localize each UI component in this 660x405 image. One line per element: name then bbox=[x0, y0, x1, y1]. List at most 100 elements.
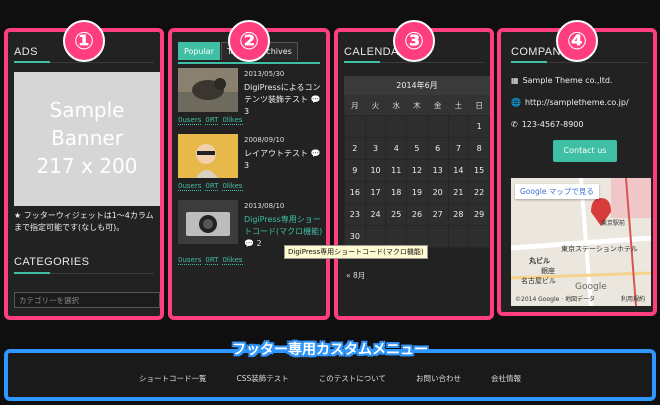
calendar-day: 1 bbox=[468, 115, 490, 138]
company-url[interactable]: http://sampletheme.co.jp/ bbox=[525, 98, 629, 107]
post-tag[interactable]: 0users bbox=[178, 182, 202, 191]
contact-us-button[interactable]: Contact us bbox=[553, 140, 617, 162]
calendar-day: 9 bbox=[344, 159, 366, 182]
calendar-day bbox=[344, 115, 366, 138]
column-number-badge: ④ bbox=[556, 20, 598, 62]
ads-note: ★ フッターウィジェットは1〜4カラムまで指定可能です(なしも可)。 bbox=[14, 211, 154, 232]
weekday-header: 木 bbox=[406, 95, 428, 116]
post-tag[interactable]: 0likes bbox=[222, 256, 243, 265]
footer-menu-item-contact[interactable]: お問い合わせ bbox=[416, 373, 461, 384]
footer-menu-item-about-test[interactable]: このテストについて bbox=[319, 373, 386, 384]
footer-menu-item-css-test[interactable]: CSS装飾テスト bbox=[236, 373, 288, 384]
post-tag[interactable]: 0likes bbox=[222, 116, 243, 125]
column-number-badge: ③ bbox=[393, 20, 435, 62]
weekday-header: 日 bbox=[468, 95, 490, 116]
calendar-day: 17 bbox=[364, 181, 387, 204]
footer-menu-title: フッター専用カスタムメニュー bbox=[232, 342, 428, 358]
post-date: 2013/08/10 bbox=[244, 202, 285, 210]
weekday-header: 土 bbox=[448, 95, 469, 116]
calendar-day bbox=[426, 225, 449, 248]
weekday-header: 月 bbox=[344, 95, 366, 116]
post-tag[interactable]: 0RT bbox=[205, 116, 219, 125]
calendar-table: 2014年6月 月火水木金土日 1 2 3 4 5 6 7 8 9 10 11 12 13 14 15 16 1… bbox=[344, 76, 490, 248]
calendar-day bbox=[426, 115, 449, 138]
calendar-day: 5 bbox=[406, 137, 428, 160]
footer-menu-item-company[interactable]: 会社情報 bbox=[491, 373, 521, 384]
calendar-day: 15 bbox=[468, 159, 490, 182]
weekday-header: 火 bbox=[365, 95, 386, 116]
calendar-week: 9 10 11 12 13 14 15 bbox=[344, 159, 490, 182]
calendar-day bbox=[447, 115, 470, 138]
company-phone: 123-4567-8900 bbox=[521, 120, 584, 129]
comment-icon: 💬 bbox=[244, 239, 254, 248]
post-tag[interactable]: 0users bbox=[178, 256, 202, 265]
calendar-day: 2 bbox=[344, 137, 366, 160]
post-title[interactable]: レイアウトテスト 💬 3 bbox=[244, 148, 326, 172]
company-name: Sample Theme co.,ltd. bbox=[522, 76, 613, 85]
footer-widget-column-4: ④ COMPANY ▦ Sample Theme co.,ltd. 🌐 http… bbox=[497, 20, 657, 316]
calendar-day: 18 bbox=[385, 181, 408, 204]
calendar-day: 13 bbox=[426, 159, 449, 182]
column-number-badge: ② bbox=[228, 20, 270, 62]
calendar-day: 22 bbox=[468, 181, 490, 204]
calendar-day bbox=[468, 225, 490, 248]
post-thumbnail[interactable] bbox=[178, 68, 238, 112]
building-icon: ▦ bbox=[511, 76, 519, 85]
comment-icon: 💬 bbox=[310, 149, 321, 158]
footer-widget-column-3: ③ CALENDAR 2014年6月 月火水木金土日 1 2 3 4 5 6 7 8 9 10 11… bbox=[334, 20, 494, 320]
calendar-day bbox=[385, 115, 408, 138]
post-thumbnail[interactable] bbox=[178, 200, 238, 244]
post-date: 2013/05/30 bbox=[244, 70, 285, 78]
sample-banner[interactable]: Sample Banner 217 x 200 bbox=[14, 72, 160, 206]
weekday-header: 金 bbox=[427, 95, 449, 116]
google-maps-link[interactable]: Google マップで見る bbox=[515, 184, 599, 199]
footer-widget-column-1: ① ADS Sample Banner 217 x 200 ★ フッターウィジェ… bbox=[4, 20, 164, 320]
post-tag[interactable]: 0users bbox=[178, 116, 202, 125]
category-select[interactable]: カテゴリーを選択 bbox=[14, 292, 160, 308]
ads-title: ADS bbox=[14, 46, 38, 58]
calendar-day: 23 bbox=[344, 203, 366, 226]
calendar-day: 25 bbox=[385, 203, 408, 226]
weekday-header: 水 bbox=[385, 95, 407, 116]
google-map[interactable]: Google マップで見る 東京ステーションホテル 丸ビル 銀座 名古屋ビル G… bbox=[511, 178, 651, 306]
calendar-week: 1 bbox=[344, 115, 490, 138]
categories-title: CATEGORIES bbox=[14, 256, 90, 268]
calendar-day: 6 bbox=[426, 137, 449, 160]
calendar-day: 28 bbox=[447, 203, 470, 226]
calendar-day: 11 bbox=[385, 159, 408, 182]
company-name-row: ▦ Sample Theme co.,ltd. bbox=[511, 76, 612, 85]
comment-icon: 💬 bbox=[310, 95, 321, 104]
calendar-day bbox=[447, 225, 470, 248]
comment-count: 3 bbox=[244, 107, 250, 116]
footer-menu-item-shortcodes[interactable]: ショートコード一覧 bbox=[139, 373, 207, 384]
calendar-day: 24 bbox=[364, 203, 387, 226]
tab-popular[interactable]: Popular bbox=[178, 42, 220, 60]
calendar-day: 19 bbox=[406, 181, 428, 204]
calendar-caption: 2014年6月 bbox=[344, 76, 490, 95]
calendar-prev-link[interactable]: « 8月 bbox=[346, 270, 365, 281]
link-tooltip: DigiPress専用ショートコード(マクロ機能) bbox=[284, 245, 428, 259]
calendar-day: 7 bbox=[447, 137, 470, 160]
post-tag[interactable]: 0likes bbox=[222, 182, 243, 191]
post-title[interactable]: DigiPressによるコンテンツ装飾テスト 💬 3 bbox=[244, 82, 326, 118]
company-phone-row: ✆ 123-4567-8900 bbox=[511, 120, 583, 129]
calendar-week: 16 17 18 19 20 21 22 bbox=[344, 181, 490, 204]
footer-custom-menu: フッター専用カスタムメニュー ショートコード一覧 CSS装飾テスト このテストに… bbox=[4, 342, 656, 401]
calendar-day: 12 bbox=[406, 159, 428, 182]
calendar-day: 4 bbox=[385, 137, 408, 160]
calendar-week: 23 24 25 26 27 28 29 bbox=[344, 203, 490, 226]
calendar-week: 2345678 bbox=[344, 137, 490, 160]
globe-icon: 🌐 bbox=[511, 98, 521, 107]
footer-widget-column-2: ② Popular Tags Archives 2013/05/30 DigiP… bbox=[168, 20, 330, 320]
post-tag[interactable]: 0RT bbox=[205, 256, 219, 265]
calendar-day: 3 bbox=[364, 137, 387, 160]
post-tag[interactable]: 0RT bbox=[205, 182, 219, 191]
calendar-day: 21 bbox=[447, 181, 470, 204]
calendar-day: 27 bbox=[426, 203, 449, 226]
post-thumbnail[interactable] bbox=[178, 134, 238, 178]
calendar-day bbox=[364, 115, 387, 138]
phone-icon: ✆ bbox=[511, 120, 518, 129]
calendar-day: 8 bbox=[468, 137, 490, 160]
calendar-day: 16 bbox=[344, 181, 366, 204]
calendar-day: 29 bbox=[468, 203, 490, 226]
